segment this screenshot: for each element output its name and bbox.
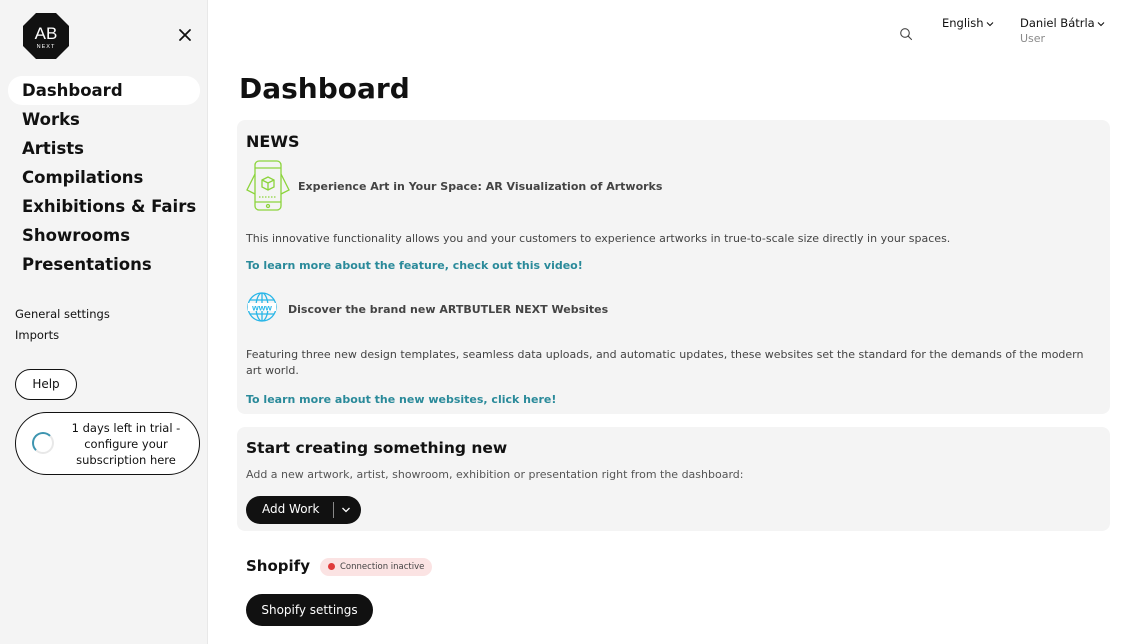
main-nav: Dashboard Works Artists Compilations Exh… <box>8 76 200 279</box>
svg-text:www: www <box>251 302 272 312</box>
status-badge: Connection inactive <box>320 558 433 576</box>
svg-text:NEXT: NEXT <box>37 44 56 50</box>
loading-spinner-icon <box>32 432 54 454</box>
sidebar-item-showrooms[interactable]: Showrooms <box>8 221 200 250</box>
create-description: Add a new artwork, artist, showroom, exh… <box>246 468 744 481</box>
shopify-settings-button[interactable]: Shopify settings <box>246 594 373 626</box>
trial-text: 1 days left in trial - configure your su… <box>71 421 181 467</box>
chevron-down-icon <box>1097 21 1105 26</box>
imports-link[interactable]: Imports <box>15 327 110 348</box>
user-menu[interactable]: Daniel Bátrla User <box>1020 16 1105 45</box>
svg-text:AB: AB <box>35 24 58 43</box>
sidebar-item-exhibitions-fairs[interactable]: Exhibitions & Fairs <box>8 192 200 221</box>
create-card: Start creating something new Add a new a… <box>237 427 1110 531</box>
add-work-label: Add Work <box>262 502 320 516</box>
sidebar-item-works[interactable]: Works <box>8 105 200 134</box>
language-selector[interactable]: English <box>942 16 994 30</box>
ar-phone-icon <box>245 160 291 211</box>
ab-next-logo[interactable]: AB NEXT <box>22 12 70 60</box>
news-body-ar: This innovative functionality allows you… <box>246 232 951 245</box>
websites-link[interactable]: To learn more about the new websites, cl… <box>246 393 556 406</box>
help-button[interactable]: Help <box>15 369 77 400</box>
sidebar-item-presentations[interactable]: Presentations <box>8 250 200 279</box>
chevron-down-icon <box>986 21 993 26</box>
sidebar-item-artists[interactable]: Artists <box>8 134 200 163</box>
create-title: Start creating something new <box>246 439 508 457</box>
trial-subscription-button[interactable]: 1 days left in trial - configure your su… <box>15 412 200 475</box>
status-dot <box>328 563 335 570</box>
user-role: User <box>1020 32 1046 45</box>
button-divider <box>333 502 334 518</box>
language-label: English <box>942 16 984 30</box>
sidebar-item-compilations[interactable]: Compilations <box>8 163 200 192</box>
news-card: NEWS Experience Art in Your Space: AR Vi… <box>237 120 1110 414</box>
ar-video-link[interactable]: To learn more about the feature, check o… <box>246 259 583 272</box>
news-heading-websites: Discover the brand new ARTBUTLER NEXT We… <box>288 303 609 316</box>
status-text: Connection inactive <box>340 562 425 572</box>
www-globe-icon: www <box>246 291 278 323</box>
general-settings-link[interactable]: General settings <box>15 306 110 327</box>
shopify-title: Shopify <box>246 557 310 575</box>
user-name: Daniel Bátrla <box>1020 16 1095 30</box>
news-title: NEWS <box>246 132 300 151</box>
search-icon[interactable] <box>899 26 913 41</box>
sidebar-item-dashboard[interactable]: Dashboard <box>8 76 200 105</box>
page-title: Dashboard <box>239 72 410 105</box>
sidebar: AB NEXT Dashboard Works Artists Compilat… <box>0 0 208 644</box>
settings-links: General settings Imports <box>15 306 110 348</box>
news-heading-ar: Experience Art in Your Space: AR Visuali… <box>298 180 663 193</box>
add-work-button[interactable]: Add Work <box>246 496 361 524</box>
chevron-down-icon[interactable] <box>341 505 351 515</box>
close-sidebar-icon[interactable] <box>176 26 194 44</box>
news-body-websites: Featuring three new design templates, se… <box>246 348 1084 377</box>
